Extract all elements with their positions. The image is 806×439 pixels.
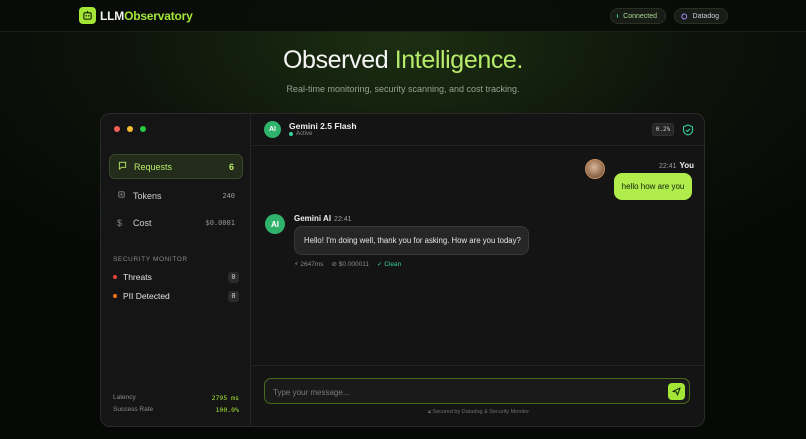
send-button[interactable] xyxy=(668,383,685,400)
ai-message-author: Gemini AI xyxy=(294,214,332,223)
pii-count-badge: 0 xyxy=(228,290,239,302)
shield-check-icon[interactable] xyxy=(682,124,694,136)
sidebar-item-label: Cost xyxy=(133,217,152,228)
secured-footer: 🔒︎ Secured by Datadog & Security Monitor xyxy=(252,409,704,416)
user-message-meta: 22:41 You xyxy=(659,161,694,170)
security-monitor-heading: SECURITY MONITOR xyxy=(113,256,188,263)
security-item-label: PII Detected xyxy=(123,291,170,301)
clean-status: ✓ Clean xyxy=(377,260,401,268)
tokens-count: 240 xyxy=(222,191,235,200)
cost-stat-value: $0.000011 xyxy=(338,261,370,268)
pii-dot-icon xyxy=(113,294,117,298)
datadog-button[interactable]: Datadog xyxy=(674,8,728,24)
model-avatar: AI xyxy=(264,121,281,138)
requests-count: 6 xyxy=(228,161,234,172)
clean-status-label: Clean xyxy=(384,261,402,268)
score-badge: 0.2% xyxy=(652,123,674,136)
app-logo-text[interactable]: LLMObservatory xyxy=(100,9,193,23)
hero-title-accent: Intelligence. xyxy=(394,46,524,74)
stat-label: Success Rate xyxy=(113,406,154,413)
window-minimize-dot[interactable] xyxy=(127,126,133,132)
chat-panel: AI Gemini 2.5 Flash Active 0.2% 22:41 You… xyxy=(252,114,704,426)
cost-value: $0.0001 xyxy=(205,218,235,227)
chat-header: AI Gemini 2.5 Flash Active 0.2% xyxy=(252,114,704,146)
window-close-dot[interactable] xyxy=(114,126,120,132)
window-maximize-dot[interactable] xyxy=(140,126,146,132)
security-item-threats[interactable]: Threats 0 xyxy=(113,270,239,284)
model-name: Gemini 2.5 Flash xyxy=(289,121,357,131)
composer: 🔒︎ Secured by Datadog & Security Monitor xyxy=(252,365,704,426)
model-status-label: Active xyxy=(296,131,313,137)
sidebar-item-tokens[interactable]: Tokens 240 xyxy=(109,183,243,208)
sidebar-item-label: Tokens xyxy=(133,190,162,201)
sidebar: Requests 6 Tokens 240 $ Cost $0.0001 SEC… xyxy=(101,114,251,426)
security-item-pii[interactable]: PII Detected 0 xyxy=(113,289,239,303)
sidebar-item-requests[interactable]: Requests 6 xyxy=(109,154,243,179)
sidebar-item-label: Requests xyxy=(134,161,173,172)
chat-app-window: Requests 6 Tokens 240 $ Cost $0.0001 SEC… xyxy=(100,113,705,427)
logo-text-llm: LLM xyxy=(100,9,125,23)
hero-title-part1: Observed xyxy=(283,46,395,74)
user-message-author: You xyxy=(679,161,695,170)
chat-icon xyxy=(118,161,132,172)
message-input-box xyxy=(264,378,690,404)
top-nav: LLMObservatory Connected Datadog xyxy=(0,0,806,32)
ai-message-meta: Gemini AI 22:41 xyxy=(294,214,352,223)
threat-dot-icon xyxy=(113,275,117,279)
stat-success-rate: Success Rate 100.0% xyxy=(113,406,239,414)
user-message-bubble: hello how are you xyxy=(614,173,692,200)
stat-label: Latency xyxy=(113,394,136,401)
threats-count-badge: 0 xyxy=(228,271,239,283)
status-dot-icon xyxy=(617,14,619,18)
success-rate-value: 100.0% xyxy=(215,406,239,414)
connection-status-pill: Connected xyxy=(610,8,666,24)
connection-status-label: Connected xyxy=(623,12,657,20)
logo-text-observatory: Observatory xyxy=(124,9,193,23)
latency-stat: ⚡ 2647ms xyxy=(294,260,324,268)
sidebar-item-cost[interactable]: $ Cost $0.0001 xyxy=(109,210,243,235)
bolt-icon: ⚡ xyxy=(294,261,299,268)
tag-icon: ⊘ xyxy=(331,261,337,268)
ai-message-avatar: AI xyxy=(265,214,285,234)
dollar-icon: $ xyxy=(117,217,123,228)
user-avatar xyxy=(585,159,605,179)
hero-title: Observed Intelligence. xyxy=(0,46,806,75)
send-icon xyxy=(672,387,681,396)
ai-message-time: 22:41 xyxy=(334,216,352,223)
message-input[interactable] xyxy=(273,385,643,399)
latency-value: 2795 ms xyxy=(211,394,239,402)
hero-subtitle: Real-time monitoring, security scanning,… xyxy=(286,84,520,94)
check-icon: ✓ xyxy=(377,261,383,268)
active-dot-icon xyxy=(289,132,293,136)
secured-text: Secured by Datadog & Security Monitor xyxy=(432,409,530,415)
robot-icon[interactable] xyxy=(79,7,96,24)
datadog-icon xyxy=(681,13,688,19)
user-message-time: 22:41 xyxy=(659,163,677,170)
ai-message-bubble: Hello! I'm doing well, thank you for ask… xyxy=(294,226,529,255)
latency-stat-value: 2647ms xyxy=(300,261,324,268)
cost-stat: ⊘ $0.000011 xyxy=(332,260,370,268)
lock-icon: 🔒︎ xyxy=(427,409,431,415)
model-status: Active xyxy=(289,131,312,137)
chip-icon xyxy=(117,190,131,201)
ai-message-stats: ⚡ 2647ms ⊘ $0.000011 ✓ Clean xyxy=(294,260,401,268)
stat-latency: Latency 2795 ms xyxy=(113,394,239,402)
security-item-label: Threats xyxy=(123,272,152,282)
datadog-label: Datadog xyxy=(692,12,719,20)
